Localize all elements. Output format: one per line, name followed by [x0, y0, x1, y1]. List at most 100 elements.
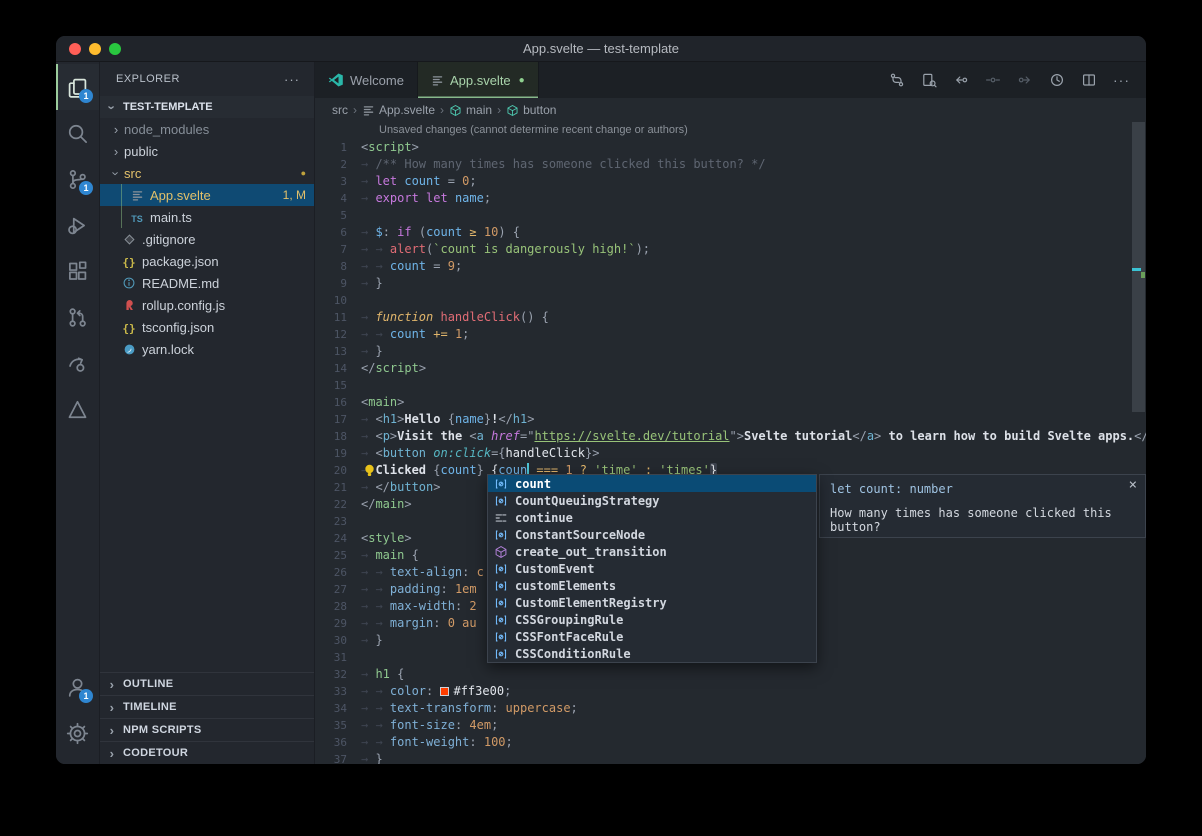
vscode-window: App.svelte — test-template 11 1 EXPLORER…	[56, 36, 1146, 764]
breadcrumb-item-src[interactable]: src	[332, 103, 348, 117]
tab-welcome[interactable]: Welcome	[315, 62, 418, 98]
file-label: yarn.lock	[142, 342, 194, 357]
tree-file-rollup.config.js[interactable]: rollup.config.js	[100, 294, 314, 316]
line-number: 11	[315, 309, 361, 326]
suggestion-count[interactable]: count	[488, 475, 816, 492]
indent-marker: →	[361, 735, 375, 749]
file-label: README.md	[142, 276, 219, 291]
file-label: tsconfig.json	[142, 320, 214, 335]
line-number: 14	[315, 360, 361, 377]
close-window-button[interactable]	[69, 43, 81, 55]
indent-marker: →	[361, 242, 375, 256]
chevron-right-icon: ›	[104, 677, 120, 692]
suggestion-customElements[interactable]: customElements	[488, 577, 816, 594]
line-content: <script>	[361, 139, 419, 156]
suggestion-ConstantSourceNode[interactable]: ConstantSourceNode	[488, 526, 816, 543]
line-content: <main>	[361, 394, 404, 411]
more-actions-icon[interactable]: ···	[1113, 72, 1130, 88]
screen: App.svelte — test-template 11 1 EXPLORER…	[0, 0, 1202, 836]
panel-outline[interactable]: ›OUTLINE	[100, 672, 314, 695]
line-number: 4	[315, 190, 361, 207]
current-change-icon[interactable]	[985, 72, 1001, 88]
line-content: </main>	[361, 496, 412, 513]
suggestion-continue[interactable]: continue	[488, 509, 816, 526]
tree-file-.gitignore[interactable]: .gitignore	[100, 228, 314, 250]
more-actions-icon[interactable]: ···	[284, 72, 300, 87]
symbol-variable-icon	[494, 647, 508, 661]
tree-file-tsconfig.json[interactable]: {}tsconfig.json	[100, 316, 314, 338]
window-title: App.svelte — test-template	[523, 41, 679, 56]
line-content: → <h1>Hello {name}!</h1>	[361, 411, 534, 428]
activity-item-source-control[interactable]: 1	[56, 156, 99, 202]
panel-npm-scripts[interactable]: ›NPM SCRIPTS	[100, 718, 314, 741]
line-content: → }	[361, 751, 383, 764]
suggestion-CSSGroupingRule[interactable]: CSSGroupingRule	[488, 611, 816, 628]
suggestion-CountQueuingStrategy[interactable]: CountQueuingStrategy	[488, 492, 816, 509]
line-content: <style>	[361, 530, 412, 547]
suggestion-create_out_transition[interactable]: create_out_transition	[488, 543, 816, 560]
tree-file-package.json[interactable]: {}package.json	[100, 250, 314, 272]
panel-label: NPM SCRIPTS	[123, 724, 201, 736]
line-content: → → padding: 1em	[361, 581, 477, 598]
line-content: → <p>Visit the <a href="https://svelte.d…	[361, 428, 1146, 445]
suggestion-label: count	[515, 477, 551, 491]
indent-marker: →	[361, 174, 375, 188]
breadcrumb-label: main	[466, 103, 492, 117]
indent-marker: →	[375, 684, 389, 698]
zoom-window-button[interactable]	[109, 43, 121, 55]
activity-item-live-share[interactable]	[56, 340, 99, 386]
badge: 1	[79, 689, 93, 703]
suggestion-CustomElementRegistry[interactable]: CustomElementRegistry	[488, 594, 816, 611]
activity-item-extensions[interactable]	[56, 248, 99, 294]
workbench: 11 1 EXPLORER ··· › TEST-TEMPLATE ›node_…	[56, 62, 1146, 764]
activity-item-search[interactable]	[56, 110, 99, 156]
suggestion-CSSFontFaceRule[interactable]: CSSFontFaceRule	[488, 628, 816, 645]
close-icon[interactable]: ×	[1129, 478, 1137, 492]
activity-item-explorer[interactable]: 1	[56, 64, 99, 110]
split-editor-icon[interactable]	[1081, 72, 1097, 88]
indent-marker: →	[375, 242, 389, 256]
activity-bar-top: 11	[56, 64, 99, 432]
line-content: → let count = 0;	[361, 173, 477, 190]
folder-root-row[interactable]: › TEST-TEMPLATE	[100, 96, 314, 118]
breadcrumb-item-app-svelte[interactable]: App.svelte	[362, 103, 435, 117]
line-content: → </button>	[361, 479, 441, 496]
tree-file-main.ts[interactable]: TSmain.ts	[100, 206, 314, 228]
indent-marker: →	[361, 157, 375, 171]
indent-marker: →	[361, 548, 375, 562]
previous-change-icon[interactable]	[953, 72, 969, 88]
tree-file-yarn.lock[interactable]: yarn.lock	[100, 338, 314, 360]
gitlens-compare-icon[interactable]	[889, 72, 905, 88]
suggestion-CustomEvent[interactable]: CustomEvent	[488, 560, 816, 577]
gitlens-open-changes-icon[interactable]	[921, 72, 937, 88]
tab-app-svelte[interactable]: App.svelte●	[418, 62, 539, 98]
code-line: 19→ <button on:click={handleClick}>	[315, 445, 1146, 462]
codelens-annotation[interactable]: Unsaved changes (cannot determine recent…	[315, 122, 1146, 139]
panel-codetour[interactable]: ›CODETOUR	[100, 741, 314, 764]
tree-folder-src[interactable]: ›src●	[100, 162, 314, 184]
indent-marker: →	[361, 259, 375, 273]
editor-scrollbar[interactable]	[1132, 122, 1145, 412]
file-history-icon[interactable]	[1049, 72, 1065, 88]
activity-item-settings[interactable]	[56, 710, 99, 756]
tree-folder-node_modules[interactable]: ›node_modules	[100, 118, 314, 140]
activity-item-azure[interactable]	[56, 386, 99, 432]
activity-item-run-debug[interactable]	[56, 202, 99, 248]
code-editor[interactable]: Unsaved changes (cannot determine recent…	[315, 122, 1146, 764]
line-number: 28	[315, 598, 361, 615]
activity-item-accounts[interactable]: 1	[56, 664, 99, 710]
breadcrumb-item-button[interactable]: button	[506, 103, 556, 117]
next-change-icon[interactable]	[1017, 72, 1033, 88]
activity-item-github-pull-requests[interactable]	[56, 294, 99, 340]
line-content: → → count = 9;	[361, 258, 462, 275]
file-lines-icon	[431, 74, 444, 87]
code-line: 18→ <p>Visit the <a href="https://svelte…	[315, 428, 1146, 445]
suggestion-CSSConditionRule[interactable]: CSSConditionRule	[488, 645, 816, 662]
tree-folder-public[interactable]: ›public	[100, 140, 314, 162]
code-line: 11→ function handleClick() {	[315, 309, 1146, 326]
tree-file-App.svelte[interactable]: App.svelte1, M	[100, 184, 314, 206]
breadcrumb-item-main[interactable]: main	[449, 103, 492, 117]
minimize-window-button[interactable]	[89, 43, 101, 55]
tree-file-README.md[interactable]: README.md	[100, 272, 314, 294]
panel-timeline[interactable]: ›TIMELINE	[100, 695, 314, 718]
